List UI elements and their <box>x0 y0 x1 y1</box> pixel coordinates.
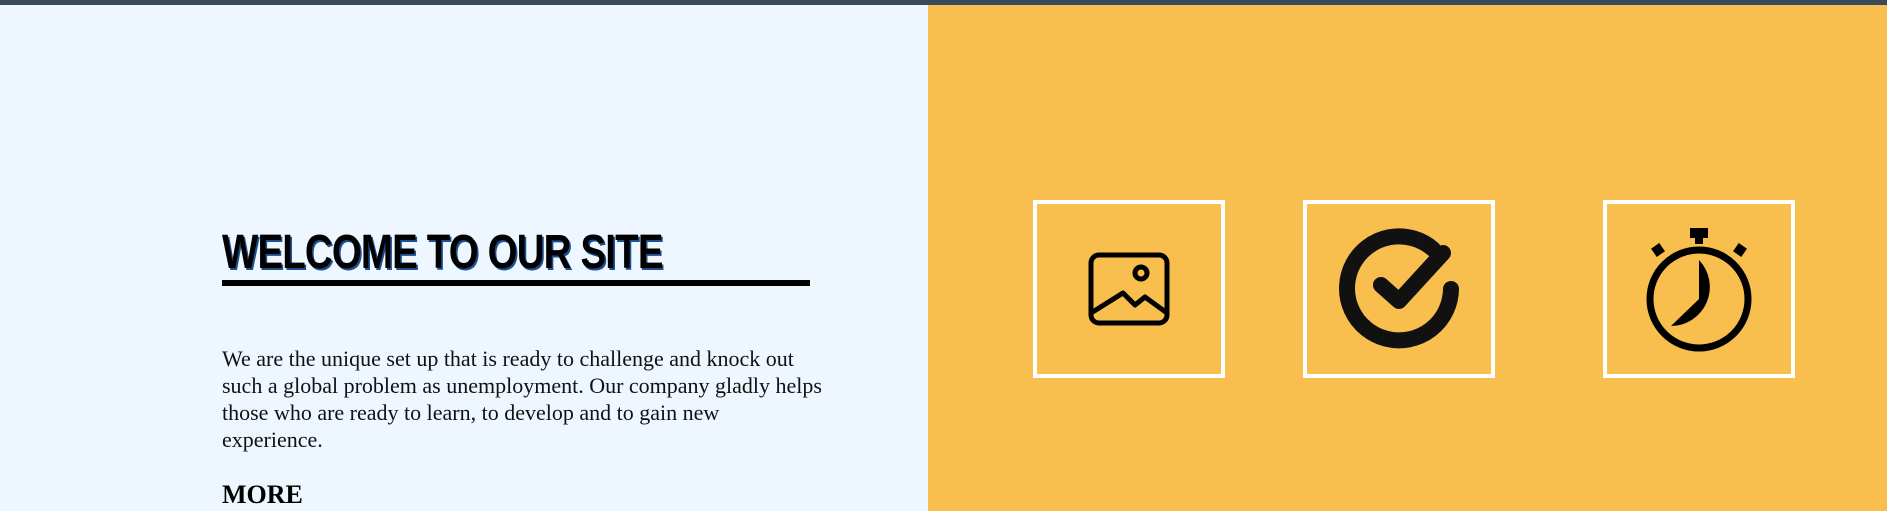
page-title: WELCOME TO OUR SITE <box>222 226 663 279</box>
check-feature-box[interactable] <box>1303 200 1495 378</box>
timer-feature-box[interactable] <box>1603 200 1795 378</box>
title-underline <box>222 280 810 286</box>
image-icon <box>1088 252 1170 326</box>
more-link[interactable]: MORE <box>222 480 303 510</box>
intro-paragraph: We are the unique set up that is ready t… <box>222 346 822 452</box>
check-circle-icon <box>1339 228 1459 349</box>
stopwatch-icon <box>1646 228 1752 352</box>
image-feature-box[interactable] <box>1033 200 1225 378</box>
